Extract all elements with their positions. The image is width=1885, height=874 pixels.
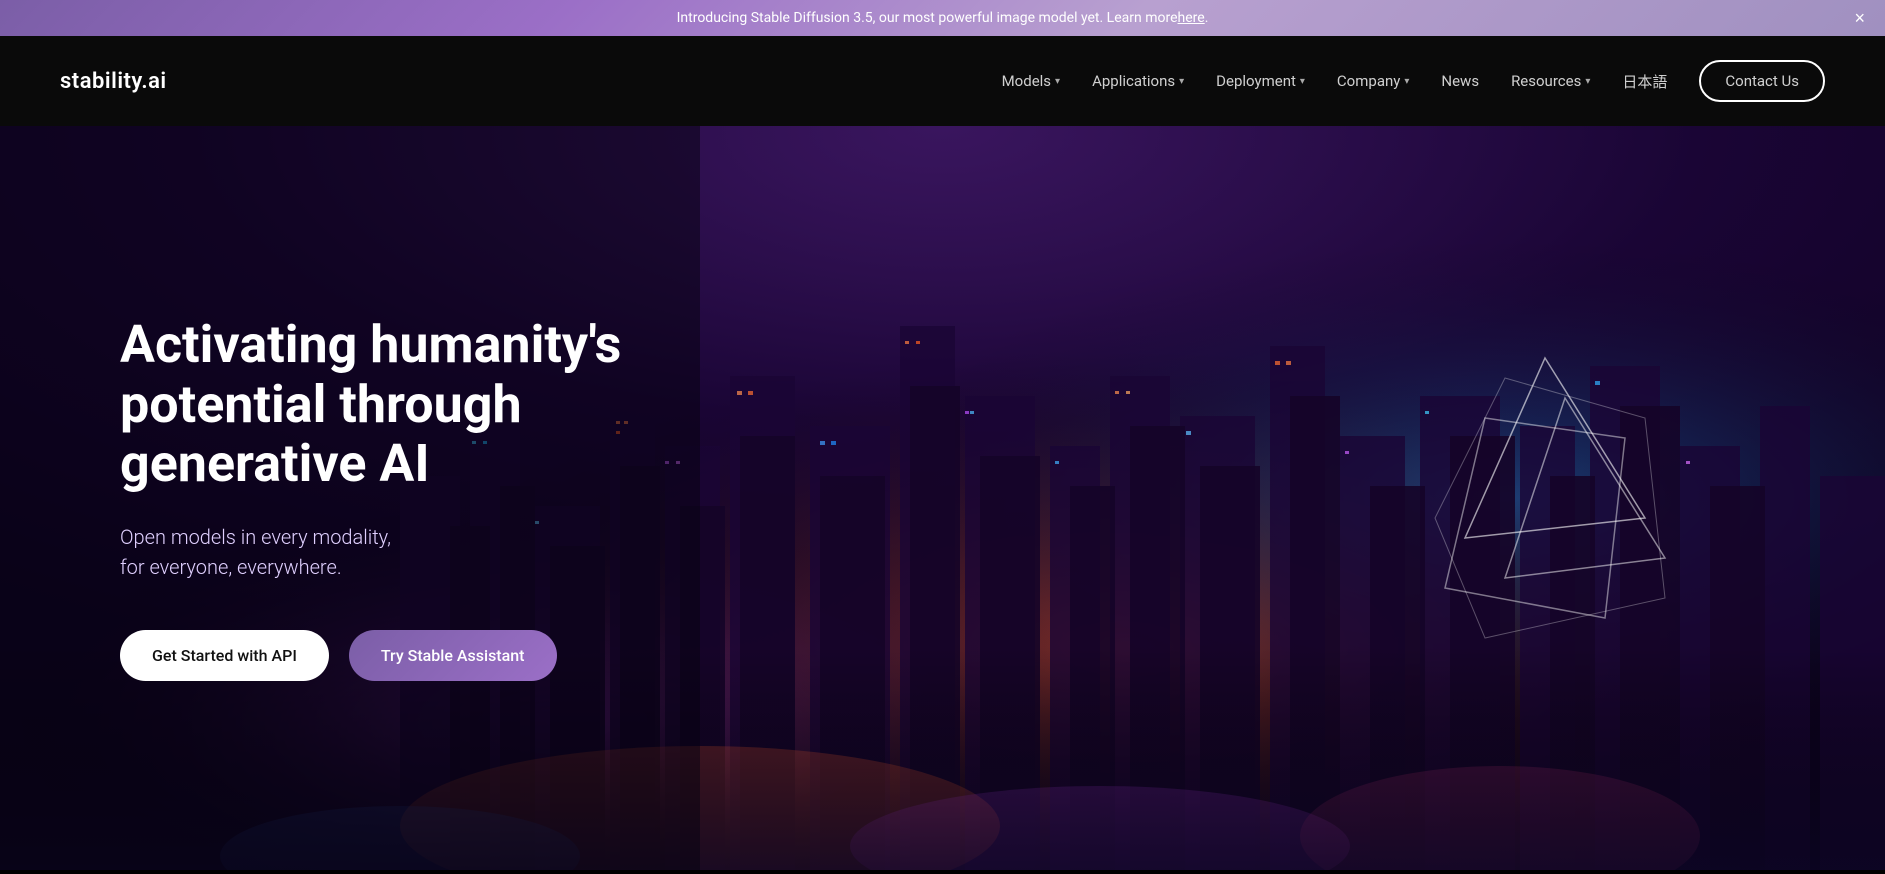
applications-dropdown-icon: ▾ bbox=[1179, 76, 1184, 87]
hero-title: Activating humanity's potential through … bbox=[120, 315, 780, 494]
geometric-decoration bbox=[1405, 338, 1685, 658]
nav-item-japanese[interactable]: 日本語 bbox=[1622, 71, 1667, 92]
get-started-api-button[interactable]: Get Started with API bbox=[120, 630, 329, 681]
nav-item-contact[interactable]: Contact Us bbox=[1699, 60, 1825, 102]
nav-item-applications[interactable]: Applications ▾ bbox=[1092, 72, 1184, 90]
nav-item-resources[interactable]: Resources ▾ bbox=[1511, 72, 1590, 90]
try-stable-assistant-button[interactable]: Try Stable Assistant bbox=[349, 630, 557, 681]
brand-logo[interactable]: stability.ai bbox=[60, 69, 167, 94]
announcement-text: Introducing Stable Diffusion 3.5, our mo… bbox=[677, 10, 1178, 26]
hero-section: Activating humanity's potential through … bbox=[0, 126, 1885, 870]
hero-subtitle: Open models in every modality, for every… bbox=[120, 522, 780, 582]
company-dropdown-icon: ▾ bbox=[1404, 76, 1409, 87]
nav-menu: Models ▾ Applications ▾ Deployment ▾ Com… bbox=[1002, 60, 1825, 102]
nav-item-company[interactable]: Company ▾ bbox=[1337, 72, 1409, 90]
announcement-link[interactable]: here bbox=[1178, 10, 1205, 26]
hero-content: Activating humanity's potential through … bbox=[0, 315, 900, 681]
deployment-dropdown-icon: ▾ bbox=[1300, 76, 1305, 87]
announcement-close-button[interactable]: × bbox=[1854, 9, 1865, 27]
nav-item-models[interactable]: Models ▾ bbox=[1002, 72, 1060, 90]
resources-dropdown-icon: ▾ bbox=[1585, 76, 1590, 87]
navbar: stability.ai Models ▾ Applications ▾ Dep… bbox=[0, 36, 1885, 126]
models-dropdown-icon: ▾ bbox=[1055, 76, 1060, 87]
nav-item-news[interactable]: News bbox=[1441, 72, 1479, 90]
nav-item-deployment[interactable]: Deployment ▾ bbox=[1216, 72, 1305, 90]
announcement-bar: Introducing Stable Diffusion 3.5, our mo… bbox=[0, 0, 1885, 36]
hero-buttons: Get Started with API Try Stable Assistan… bbox=[120, 630, 780, 681]
